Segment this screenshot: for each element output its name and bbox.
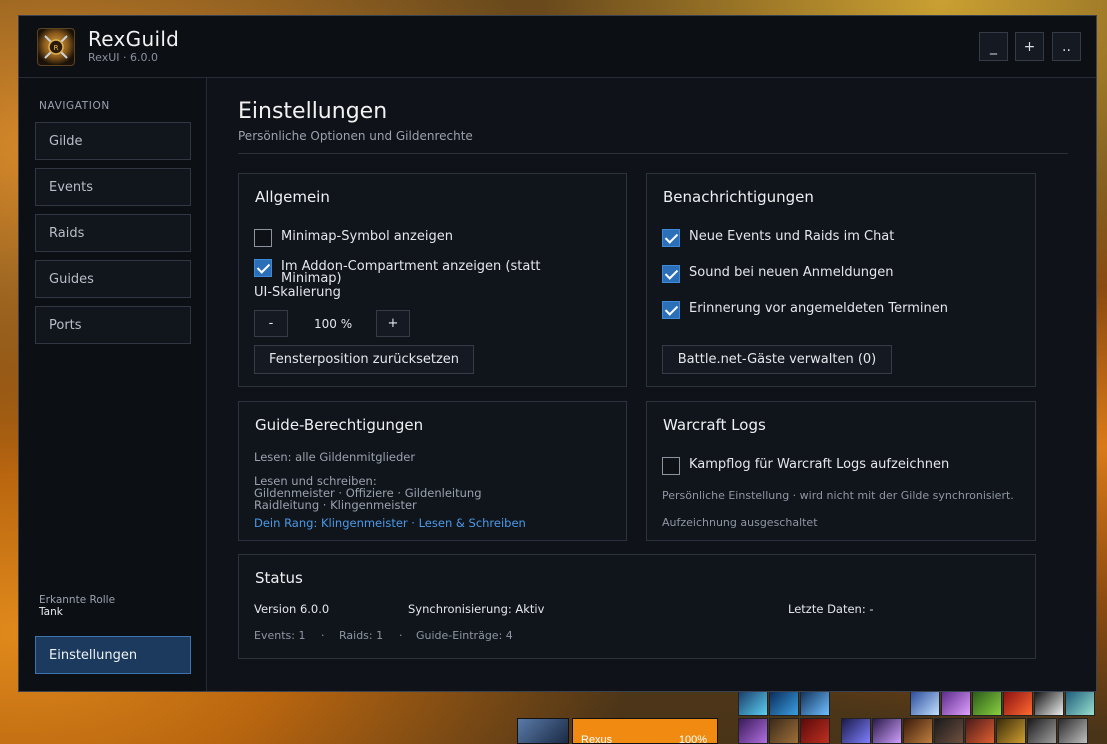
status-version: Version 6.0.0	[254, 602, 330, 616]
nav-heading: NAVIGATION	[39, 100, 110, 112]
notify-sound-checkbox[interactable]	[662, 265, 680, 283]
minimap-option[interactable]: Minimap-Symbol anzeigen	[254, 229, 453, 247]
player-portrait[interactable]	[517, 718, 569, 744]
sidebar-item-gilde[interactable]: Gilde	[35, 122, 191, 160]
page-subtitle: Persönliche Optionen und Gildenrechte	[238, 129, 473, 143]
notify-reminder-checkbox[interactable]	[662, 301, 680, 319]
action-slot-icon[interactable]	[1027, 718, 1057, 744]
notify-sound-option[interactable]: Sound bei neuen Anmeldungen	[662, 265, 894, 283]
rexguild-window: R RexGuild RexUI · 6.0.0 _ + .. NAVIGATI…	[18, 15, 1097, 692]
status-events-count: Events: 1	[254, 629, 306, 642]
guide-read-permission: Lesen: alle Gildenmitglieder	[254, 450, 416, 464]
notify-reminder-option[interactable]: Erinnerung vor angemeldeten Terminen	[662, 301, 948, 319]
action-slot-icon[interactable]	[769, 718, 799, 744]
action-slot-icon[interactable]	[1058, 718, 1088, 744]
combat-log-note: Persönliche Einstellung · wird nicht mit…	[662, 489, 1014, 502]
combat-log-state: Aufzeichnung ausgeschaltet	[662, 516, 818, 529]
sidebar: NAVIGATION Gilde Events Raids Guides Por…	[19, 78, 207, 691]
guide-write-roles-2: Raidleitung · Klingenmeister	[254, 498, 417, 512]
status-last-data: Letzte Daten: -	[788, 602, 874, 616]
more-button[interactable]: ..	[1052, 32, 1081, 61]
status-sync: Synchronisierung: Aktiv	[408, 602, 545, 616]
sidebar-item-events[interactable]: Events	[35, 168, 191, 206]
action-slot-icon[interactable]	[941, 690, 971, 716]
general-title: Allgemein	[255, 188, 330, 206]
ui-scale-label: UI-Skalierung	[254, 285, 341, 300]
compartment-label: Im Addon-Compartment anzeigen (statt Mini…	[281, 259, 541, 285]
minimize-button[interactable]: _	[979, 32, 1008, 61]
notify-reminder-label: Erinnerung vor angemeldeten Terminen	[689, 301, 949, 316]
guild-logo-icon: R	[37, 28, 75, 66]
action-slot-icon[interactable]	[841, 718, 871, 744]
action-slot-icon[interactable]	[903, 718, 933, 744]
compartment-label-line2: Minimap)	[281, 271, 342, 286]
action-slot-icon[interactable]	[872, 718, 902, 744]
action-slot-icon[interactable]	[996, 718, 1026, 744]
status-guides-count: Guide-Einträge: 4	[416, 629, 513, 642]
role-label: Erkannte Rolle	[39, 594, 116, 606]
status-panel: Status Version 6.0.0 Synchronisierung: A…	[238, 554, 1036, 659]
reset-position-button[interactable]: Fensterposition zurücksetzen	[254, 345, 474, 374]
notify-chat-label: Neue Events und Raids im Chat	[689, 229, 895, 244]
minimap-checkbox[interactable]	[254, 229, 272, 247]
notifications-title: Benachrichtigungen	[663, 188, 814, 206]
title-divider	[238, 153, 1068, 154]
compartment-option[interactable]: Im Addon-Compartment anzeigen (statt Mini…	[254, 259, 541, 285]
warcraft-logs-panel: Warcraft Logs Kampflog für Warcraft Logs…	[646, 401, 1036, 541]
warcraft-logs-title: Warcraft Logs	[663, 416, 766, 434]
sidebar-item-raids[interactable]: Raids	[35, 214, 191, 252]
status-title: Status	[255, 569, 303, 587]
player-unit-frame[interactable]: Rexus 100%	[572, 718, 718, 744]
app-version: RexUI · 6.0.0	[88, 51, 159, 64]
notify-chat-option[interactable]: Neue Events und Raids im Chat	[662, 229, 894, 247]
notify-sound-label: Sound bei neuen Anmeldungen	[689, 265, 894, 280]
status-separator: ·	[321, 629, 325, 642]
sidebar-item-ports[interactable]: Ports	[35, 306, 191, 344]
role-value: Tank	[39, 606, 63, 618]
svg-text:R: R	[54, 44, 59, 52]
combat-log-checkbox[interactable]	[662, 457, 680, 475]
guide-permissions-title: Guide-Berechtigungen	[255, 416, 424, 434]
action-slot-icon[interactable]	[738, 690, 768, 716]
your-rank: Dein Rang: Klingenmeister · Lesen & Schr…	[254, 516, 526, 530]
action-slot-icon[interactable]	[738, 718, 768, 744]
action-slot-icon[interactable]	[769, 690, 799, 716]
action-slot-icon[interactable]	[934, 718, 964, 744]
app-title: RexGuild	[88, 27, 180, 51]
sidebar-item-settings[interactable]: Einstellungen	[35, 636, 191, 674]
action-slot-icon[interactable]	[800, 690, 830, 716]
action-slot-icon[interactable]	[1065, 690, 1095, 716]
action-slot-icon[interactable]	[965, 718, 995, 744]
manage-guests-button[interactable]: Battle.net-Gäste verwalten (0)	[662, 345, 892, 374]
player-name: Rexus	[581, 734, 613, 744]
status-raids-count: Raids: 1	[339, 629, 384, 642]
scale-value: 100 %	[314, 317, 353, 331]
page-title: Einstellungen	[238, 99, 388, 124]
combat-log-label: Kampflog für Warcraft Logs aufzeichnen	[689, 457, 950, 472]
status-separator: ·	[399, 629, 403, 642]
minimap-label: Minimap-Symbol anzeigen	[281, 229, 453, 244]
action-slot-icon[interactable]	[1034, 690, 1064, 716]
player-health-percent: 100%	[678, 734, 707, 744]
notify-chat-checkbox[interactable]	[662, 229, 680, 247]
action-slot-icon[interactable]	[910, 690, 940, 716]
combat-log-option[interactable]: Kampflog für Warcraft Logs aufzeichnen	[662, 457, 949, 475]
scale-increase-button[interactable]: +	[376, 310, 410, 337]
window-header[interactable]: R RexGuild RexUI · 6.0.0 _ + ..	[19, 16, 1096, 78]
maximize-button[interactable]: +	[1015, 32, 1044, 61]
notifications-panel: Benachrichtigungen Neue Events und Raids…	[646, 173, 1036, 387]
guide-permissions-panel: Guide-Berechtigungen Lesen: alle Gildenm…	[238, 401, 627, 541]
scale-decrease-button[interactable]: -	[254, 310, 288, 337]
action-slot-icon[interactable]	[1003, 690, 1033, 716]
action-slot-icon[interactable]	[972, 690, 1002, 716]
sidebar-item-guides[interactable]: Guides	[35, 260, 191, 298]
compartment-checkbox[interactable]	[254, 259, 272, 277]
action-slot-icon[interactable]	[800, 718, 830, 744]
general-panel: Allgemein Minimap-Symbol anzeigen Im Add…	[238, 173, 627, 387]
